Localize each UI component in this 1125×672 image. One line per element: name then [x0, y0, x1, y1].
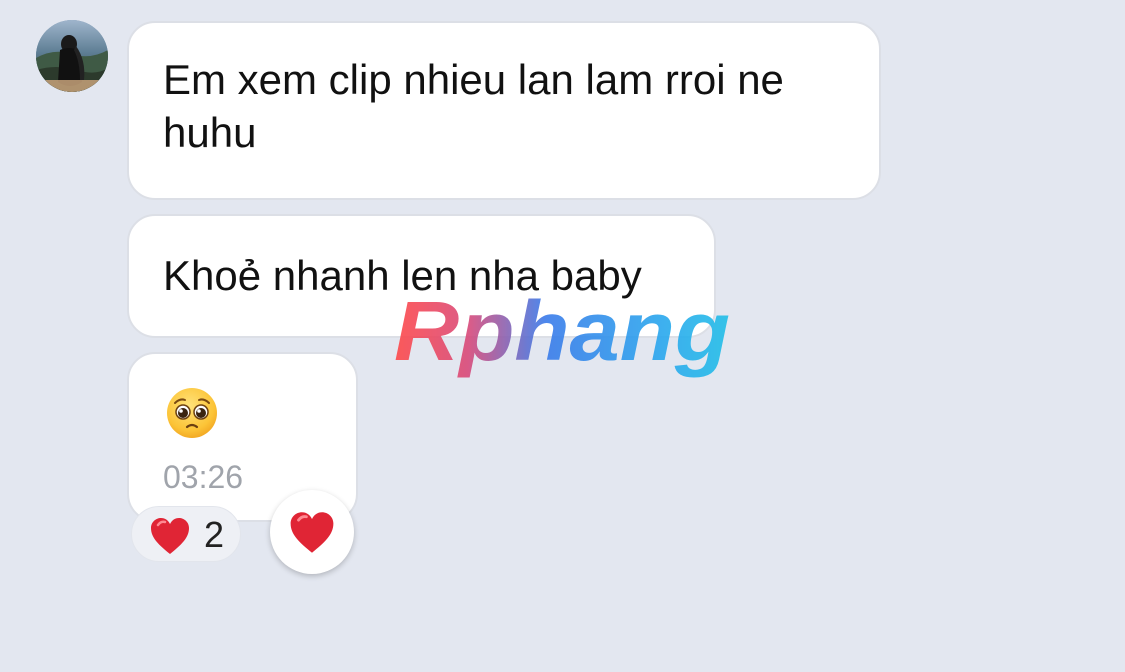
heart-react-button[interactable]: [270, 490, 354, 574]
reaction-count: 2: [204, 514, 225, 555]
sender-avatar[interactable]: [36, 20, 108, 92]
pleading-face-icon: [167, 388, 217, 438]
message-text: Em xem clip nhieu lan lam rroi ne huhu: [163, 56, 784, 156]
avatar-photo-icon: [36, 20, 108, 92]
reaction-summary[interactable]: 2: [131, 506, 241, 562]
watermark-logo: Rphang: [394, 288, 730, 378]
heart-icon: [290, 512, 334, 553]
watermark-text: Rphang: [394, 288, 730, 378]
message-timestamp: 03:26: [163, 459, 244, 495]
message-bubble[interactable]: Em xem clip nhieu lan lam rroi ne huhu: [127, 21, 881, 200]
heart-icon: [151, 518, 189, 554]
